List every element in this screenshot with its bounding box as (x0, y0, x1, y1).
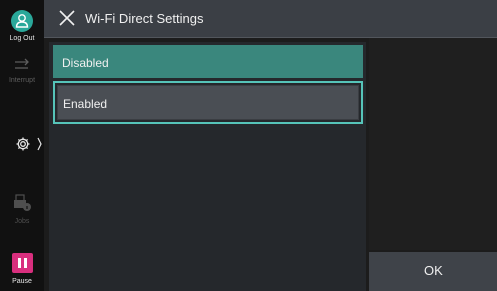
gear-icon (16, 137, 30, 151)
option-label: Disabled (62, 56, 109, 70)
user-icon (11, 10, 33, 32)
page-title: Wi-Fi Direct Settings (85, 11, 204, 26)
option-enabled[interactable]: Enabled (53, 81, 363, 124)
jobs-button[interactable]: Jobs (0, 194, 44, 225)
pause-button[interactable]: Pause (0, 253, 44, 285)
chevron-right-icon (37, 137, 42, 151)
header-bar: Wi-Fi Direct Settings (44, 0, 497, 38)
left-rail: Log Out Interrupt Jobs Pause (0, 0, 44, 291)
printer-info-icon (14, 194, 31, 211)
ok-button[interactable]: OK (369, 252, 497, 291)
option-label: Enabled (63, 97, 108, 111)
right-panel (369, 38, 497, 250)
logout-button[interactable]: Log Out (0, 10, 44, 42)
device-button[interactable] (14, 134, 44, 154)
pause-icon (11, 253, 33, 273)
jobs-label: Jobs (14, 218, 30, 225)
options-list: Disabled Enabled (49, 42, 366, 291)
option-disabled[interactable]: Disabled (53, 45, 363, 78)
close-icon[interactable] (58, 9, 76, 27)
interrupt-icon (15, 58, 29, 69)
logout-label: Log Out (9, 35, 35, 42)
pause-label: Pause (12, 278, 32, 285)
interrupt-label: Interrupt (8, 77, 36, 84)
interrupt-button[interactable]: Interrupt (0, 58, 44, 84)
